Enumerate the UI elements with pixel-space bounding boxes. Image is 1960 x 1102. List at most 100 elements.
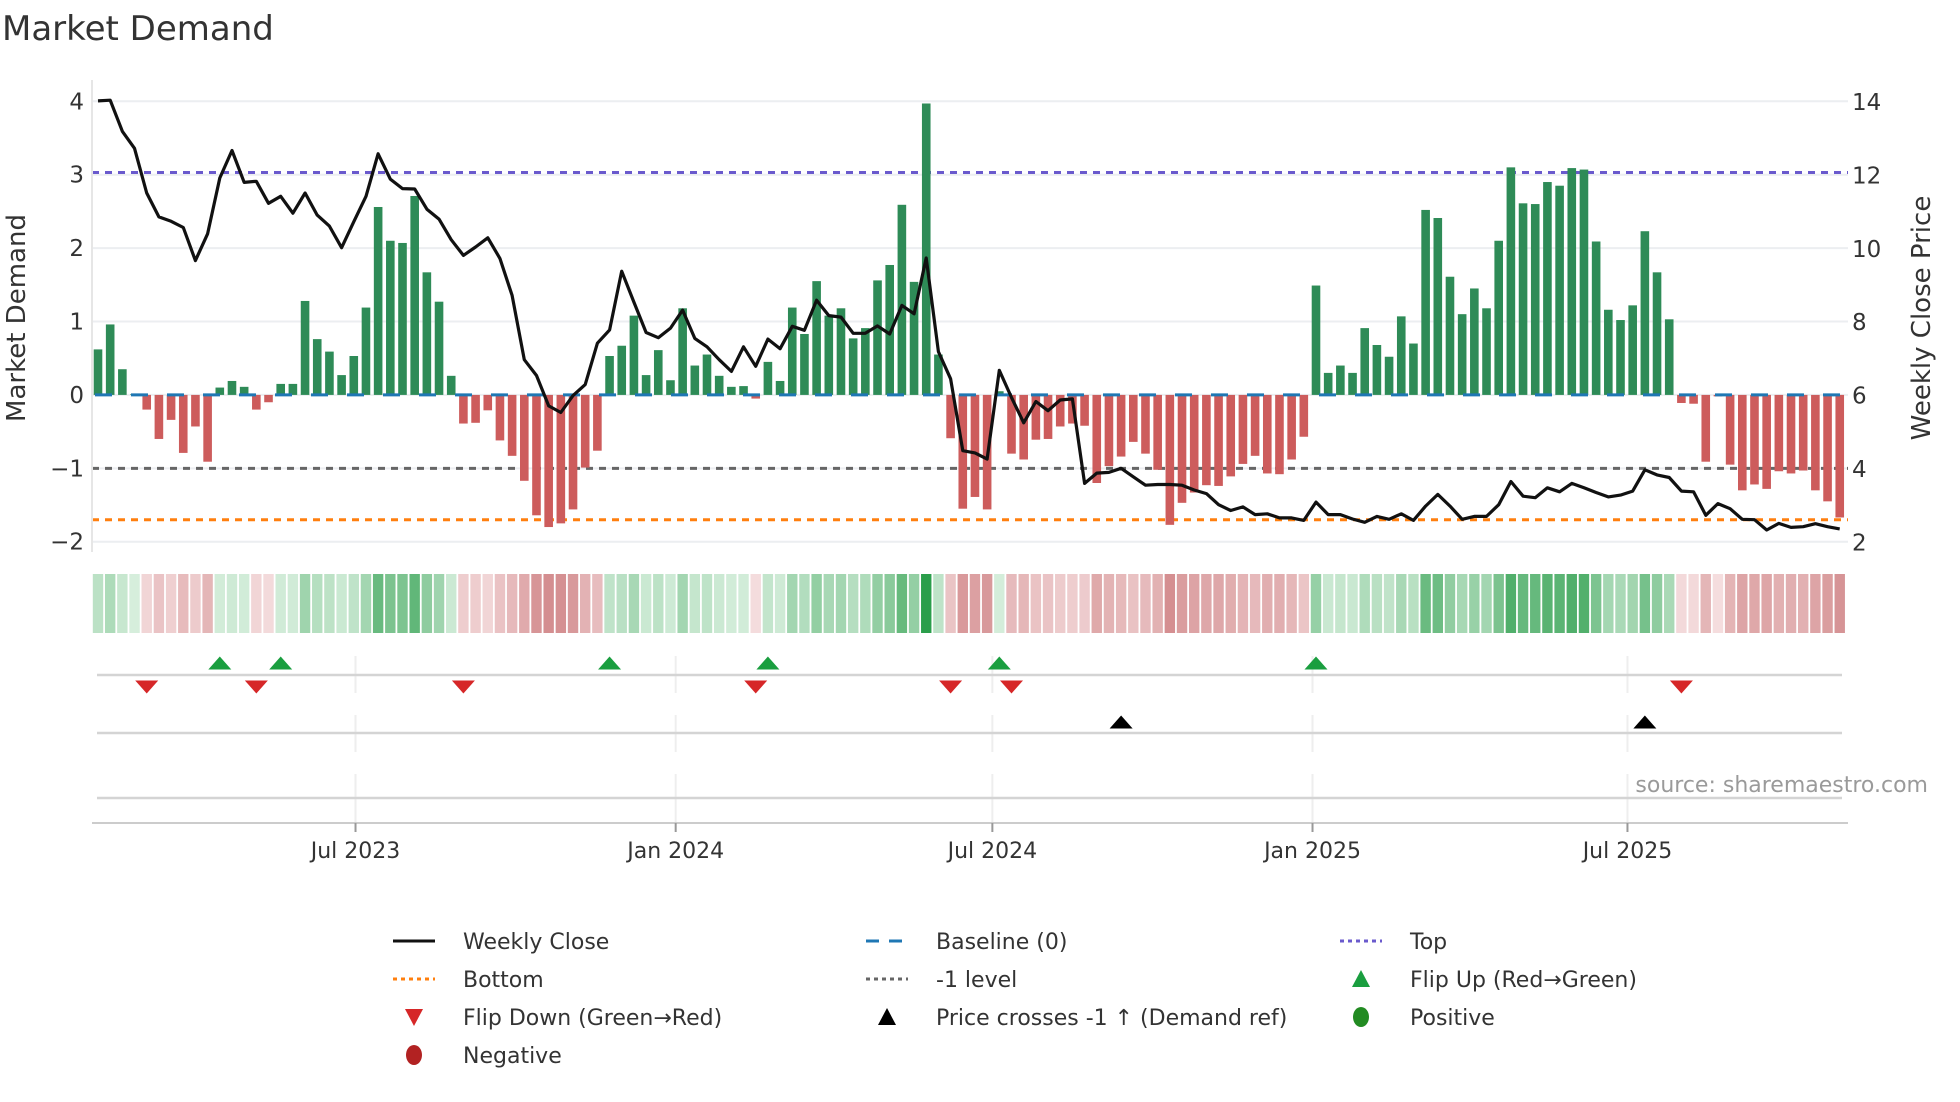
heat-cell [969,574,981,633]
negative-demand-bar [1080,394,1089,426]
heat-cell [1152,574,1163,633]
legend-label: Negative [463,1044,562,1069]
positive-demand-bar [361,307,371,395]
heat-cell [1371,574,1383,633]
legend-triangle-down-icon [405,1009,423,1026]
legend-label: Weekly Close [463,930,609,955]
positive-demand-bar [373,206,383,395]
flip-down-marker [451,680,475,694]
positive-demand-bar [861,328,870,395]
legend-item: Flip Down (Green→Red) [405,1006,722,1031]
legend-item: Flip Up (Red→Green) [1352,968,1637,993]
positive-demand-bar [848,338,858,395]
negative-demand-bar [191,394,200,427]
flip-up-marker [269,656,293,670]
heat-cell [701,574,713,633]
y-tick-label-left: −1 [50,456,84,482]
negative-demand-bar [1275,394,1284,475]
legend-item: Price crosses -1 ↑ (Demand ref) [878,1006,1287,1031]
heat-cell [104,574,116,633]
heat-cell [1578,574,1590,633]
heat-cell [1115,574,1127,633]
x-tick-label: Jan 2025 [1262,839,1361,864]
positive-demand-bar [714,375,724,395]
positive-demand-bar [1470,288,1479,395]
heat-cell [153,574,165,633]
legend-label: Bottom [463,968,544,993]
heat-cell [616,574,627,633]
negative-demand-bar [970,394,980,497]
positive-demand-bar [787,307,797,395]
negative-demand-bar [1019,394,1028,460]
positive-demand-bar [824,315,834,395]
positive-demand-bar [690,365,700,395]
heat-cell [129,574,140,633]
heat-cell [872,574,883,633]
heat-cell [1676,574,1687,633]
heat-cell [1249,574,1261,633]
heat-cell [1396,574,1407,633]
positive-demand-bar [678,308,687,395]
positive-demand-bar [1494,240,1503,395]
negative-demand-bar [483,394,493,411]
heat-cell [604,574,615,633]
positive-demand-bar [653,350,663,395]
flip-down-marker [244,680,268,694]
heat-cell [92,574,104,633]
positive-demand-bar [227,380,237,395]
heat-cell [1517,574,1529,633]
heat-cell [1383,574,1395,633]
heat-cell [1432,574,1443,633]
positive-demand-bar [605,356,614,395]
heat-cell [1189,574,1200,633]
positive-demand-bar [1409,343,1418,395]
negative-demand-bar [1116,394,1126,457]
heat-cell [1322,574,1334,633]
positive-demand-bar [300,300,310,395]
negative-demand-bar [1165,394,1175,525]
y-tick-label-right: 12 [1852,163,1881,189]
positive-demand-bar [629,315,639,395]
y-tick-label-right: 14 [1852,90,1881,116]
heat-cell [1822,574,1833,633]
negative-demand-bar [544,394,553,528]
positive-demand-bar [1652,272,1662,395]
heat-cell [847,574,859,633]
positive-demand-bar [410,195,419,395]
flip-up-marker [1304,656,1328,670]
negative-demand-bar [593,394,602,451]
heat-cell [1359,574,1370,633]
positive-demand-bar [800,333,809,395]
heat-cell [1493,574,1504,633]
heat-cell [1140,574,1151,633]
y-tick-label-right: 8 [1852,310,1867,336]
heat-cell [251,574,262,633]
negative-demand-bar [1043,394,1053,439]
weekly-close-polyline [97,98,1840,532]
heat-cell [1481,574,1492,633]
negative-demand-bar [1202,394,1211,486]
positive-demand-bar [1664,319,1674,395]
positive-demand-bar [1323,372,1333,395]
heat-cell [1274,574,1285,633]
positive-demand-bar [1543,182,1552,395]
positive-demand-bar [812,281,821,395]
heat-cell [896,574,908,633]
heat-cell [1798,574,1809,633]
legend-label: Flip Up (Red→Green) [1410,968,1637,993]
market-demand-chart: Market Demand −2−1012342468101214 Market… [2,9,1937,1069]
heat-cell [1542,574,1553,633]
heat-cell [312,574,323,633]
x-tick-label: Jul 2025 [1581,839,1673,864]
legend-item: Bottom [393,968,544,993]
heat-cell [141,574,152,633]
heat-cell [1347,574,1358,633]
negative-demand-bar [1835,394,1845,518]
positive-demand-bar [1457,314,1467,395]
heat-cell [1724,574,1736,633]
negative-demand-bar [1262,394,1272,474]
heat-cell [774,574,786,633]
positive-demand-bar [702,354,712,395]
heat-cell [324,574,335,633]
heat-cell [1590,574,1602,633]
